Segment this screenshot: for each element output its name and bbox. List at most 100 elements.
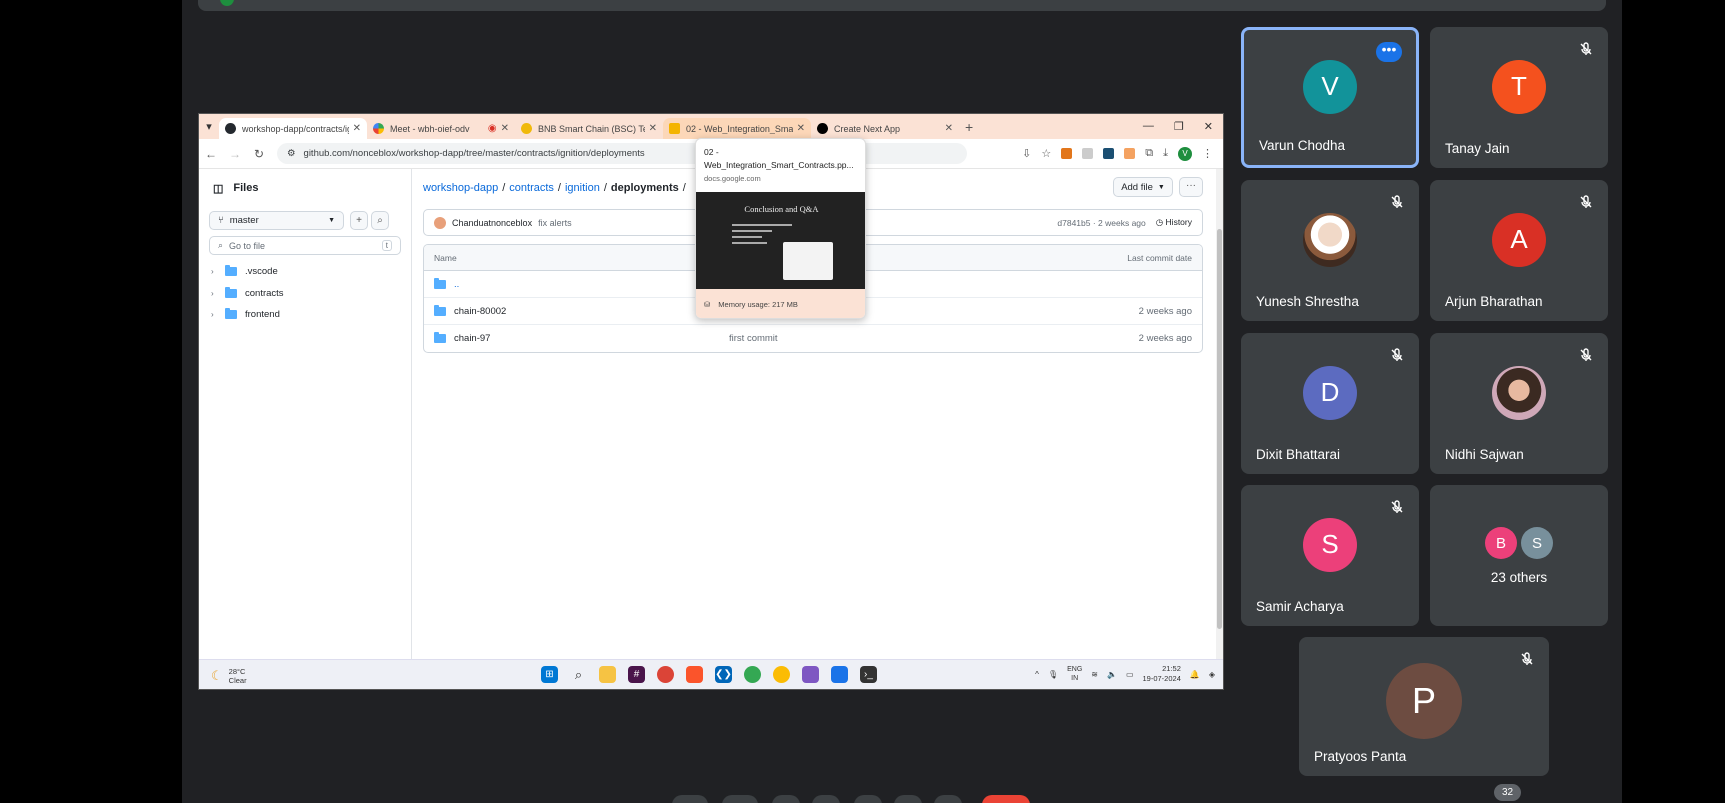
chrome-icon[interactable]	[773, 666, 790, 683]
bookmark-star-icon[interactable]: ☆	[1041, 147, 1051, 160]
tab-bnb[interactable]: BNB Smart Chain (BSC) Testnet ✕	[515, 118, 663, 139]
breadcrumb-ignition[interactable]: ignition	[565, 182, 600, 194]
close-tab-icon[interactable]: ✕	[501, 123, 509, 134]
go-to-file-input[interactable]: ⌕ Go to file t	[209, 236, 401, 255]
participant-tile-others[interactable]: B S 23 others	[1430, 485, 1608, 626]
close-tab-icon[interactable]: ✕	[797, 123, 805, 134]
close-window-icon[interactable]: ✕	[1204, 120, 1213, 133]
vscode-icon[interactable]: ❮❯	[715, 666, 732, 683]
forward-icon[interactable]: →	[223, 147, 247, 161]
notepad-icon[interactable]	[831, 666, 848, 683]
more-options-icon[interactable]: •••	[1376, 42, 1402, 62]
commit-author[interactable]: Chanduatnonceblox	[452, 218, 532, 228]
participant-tile-samir[interactable]: S Samir Acharya	[1241, 485, 1419, 626]
back-icon[interactable]: ←	[199, 147, 223, 161]
participant-tile-dixit[interactable]: D Dixit Bhattarai	[1241, 333, 1419, 474]
battery-icon[interactable]: ▭	[1126, 670, 1134, 679]
participant-tile-arjun[interactable]: A Arjun Bharathan	[1430, 180, 1608, 321]
close-tab-icon[interactable]: ✕	[649, 123, 657, 134]
tree-item-contracts[interactable]: › contracts	[211, 283, 284, 305]
tree-item-vscode[interactable]: › .vscode	[211, 261, 284, 283]
tab-search-icon[interactable]: ▾	[199, 120, 219, 133]
sidebar-toggle-icon[interactable]: ◫	[213, 182, 223, 195]
new-tab-button[interactable]: +	[965, 119, 973, 135]
participant-tile-varun[interactable]: V ••• Varun Chodha	[1241, 27, 1419, 168]
volume-icon[interactable]: 🔈	[1107, 670, 1117, 679]
tab-meet[interactable]: Meet - wbh-oief-odv ◉ ✕	[367, 118, 515, 139]
weather-widget[interactable]: ☾ 28°C Clear	[199, 667, 247, 685]
table-row[interactable]: chain-97 first commit 2 weeks ago	[424, 325, 1202, 352]
extension-icon[interactable]	[1124, 148, 1136, 159]
tree-item-frontend[interactable]: › frontend	[211, 304, 284, 326]
mic-control-button[interactable]	[672, 795, 708, 803]
slack-icon[interactable]: #	[628, 666, 645, 683]
file-tree-sidebar: ◫ Files ⑂ master ▼ + ⌕ ⌕ Go to file t ›.…	[199, 169, 412, 659]
tab-slides[interactable]: 02 - Web_Integration_Smart_C ✕	[663, 118, 811, 139]
downloads-icon[interactable]: ⤓	[1163, 147, 1168, 160]
participant-tile-tanay[interactable]: T Tanay Jain	[1430, 27, 1608, 168]
slides-icon	[669, 123, 680, 134]
app-icon[interactable]	[802, 666, 819, 683]
more-options-button[interactable]: ···	[1179, 177, 1203, 197]
metamask-icon[interactable]	[1061, 148, 1073, 159]
notification-bell-icon[interactable]: 🔔	[1190, 670, 1200, 679]
chrome-profile-icon[interactable]	[744, 666, 761, 683]
clock[interactable]: 21:52 19-07-2024	[1143, 664, 1181, 684]
files-title: Files	[233, 182, 259, 194]
commit-meta[interactable]: d7841b5 · 2 weeks ago	[1057, 218, 1145, 228]
close-tab-icon[interactable]: ✕	[353, 123, 361, 134]
history-button[interactable]: ◷ History	[1156, 217, 1192, 228]
microphone-icon[interactable]: 🎙	[1048, 670, 1058, 679]
search-button[interactable]: ⌕	[371, 211, 389, 230]
terminal-icon[interactable]: ›_	[860, 666, 877, 683]
brave-icon[interactable]	[686, 666, 703, 683]
control-button[interactable]	[934, 795, 962, 803]
breadcrumb-repo[interactable]: workshop-dapp	[423, 182, 498, 194]
mic-off-icon	[1391, 500, 1403, 513]
windows-taskbar: ☾ 28°C Clear ⊞ ⌕ # ❮❯ ›_ ^ 🎙 ENG IN ≋ 🔈 …	[199, 659, 1223, 689]
close-tab-icon[interactable]: ✕	[945, 123, 953, 134]
add-file-plus-button[interactable]: +	[350, 211, 368, 230]
wifi-icon[interactable]: ≋	[1091, 670, 1098, 679]
participant-tile-nidhi[interactable]: Nidhi Sajwan	[1430, 333, 1608, 474]
menu-kebab-icon[interactable]: ⋮	[1202, 147, 1213, 160]
search-icon[interactable]: ⌕	[570, 666, 587, 683]
reload-icon[interactable]: ↻	[247, 147, 271, 161]
control-button[interactable]	[812, 795, 840, 803]
chrome-icon[interactable]	[657, 666, 674, 683]
extension-icon[interactable]	[1082, 148, 1094, 159]
chevron-up-icon[interactable]: ^	[1035, 670, 1039, 679]
bnb-icon	[521, 123, 532, 134]
control-button[interactable]	[894, 795, 922, 803]
participant-tile-pratyoos[interactable]: P Pratyoos Panta	[1299, 637, 1549, 776]
tab-next-app[interactable]: Create Next App ✕	[811, 118, 959, 139]
camera-control-button[interactable]	[722, 795, 758, 803]
breadcrumb-current: deployments	[610, 182, 679, 194]
folder-icon	[225, 308, 237, 320]
site-info-icon[interactable]: ⚙	[287, 148, 296, 159]
page-scrollbar[interactable]	[1216, 169, 1223, 659]
windows-start-icon[interactable]: ⊞	[541, 666, 558, 683]
extension-icon[interactable]	[1103, 148, 1115, 159]
leave-call-button[interactable]	[982, 795, 1030, 803]
add-file-button[interactable]: Add file ▼	[1113, 177, 1173, 197]
extensions-puzzle-icon[interactable]: ⧉	[1145, 147, 1153, 160]
participant-tile-yunesh[interactable]: Yunesh Shrestha	[1241, 180, 1419, 321]
restore-icon[interactable]: ❐	[1174, 120, 1184, 133]
minimize-icon[interactable]: —	[1143, 120, 1154, 133]
copilot-icon[interactable]: ◈	[1209, 670, 1215, 679]
file-explorer-icon[interactable]	[599, 666, 616, 683]
shared-screen: ▾ workshop-dapp/contracts/ignit ✕ Meet -…	[198, 113, 1224, 690]
install-icon[interactable]: ⇩	[1022, 147, 1031, 160]
tab-github[interactable]: workshop-dapp/contracts/ignit ✕	[219, 118, 367, 139]
profile-avatar[interactable]: V	[1178, 146, 1192, 161]
language-indicator[interactable]: ENG IN	[1067, 665, 1082, 683]
control-button[interactable]	[772, 795, 800, 803]
participant-count-badge[interactable]: 32	[1494, 784, 1521, 801]
control-button[interactable]	[854, 795, 882, 803]
history-icon: ◷	[1155, 217, 1166, 227]
branch-selector[interactable]: ⑂ master ▼	[209, 211, 344, 230]
nextjs-icon	[817, 123, 828, 134]
breadcrumb-contracts[interactable]: contracts	[509, 182, 554, 194]
commit-message[interactable]: fix alerts	[538, 218, 572, 228]
